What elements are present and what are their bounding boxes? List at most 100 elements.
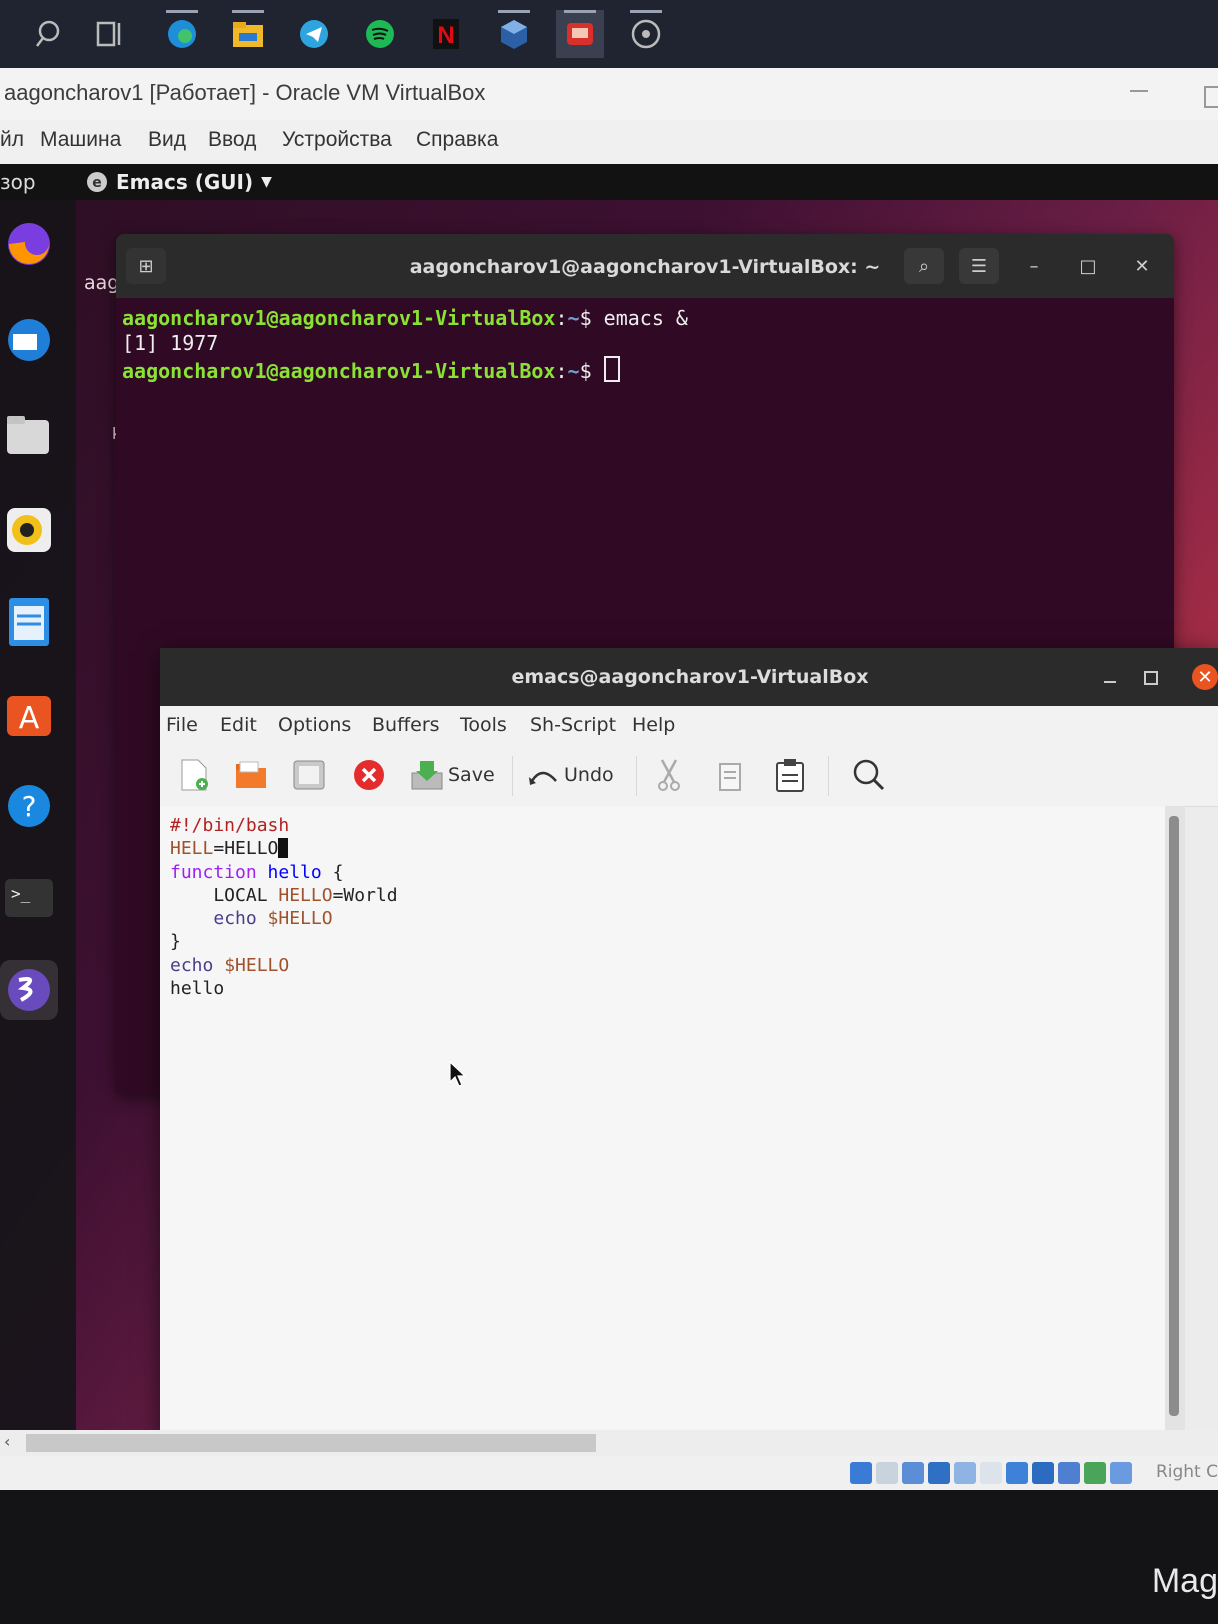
svg-text:A: A <box>19 701 40 736</box>
close-button[interactable]: ✕ <box>1192 664 1218 690</box>
hamburger-menu-icon[interactable]: ☰ <box>959 248 999 284</box>
virtualbox-icon[interactable] <box>490 10 538 58</box>
mouse-pointer-icon <box>449 1060 466 1087</box>
app2-icon[interactable] <box>622 10 670 58</box>
code-line: LOCAL HELLO=World <box>170 884 398 906</box>
search-icon[interactable] <box>24 10 72 58</box>
menu-sh-script[interactable]: Sh-Script <box>530 714 616 736</box>
menu-file[interactable]: File <box>166 714 198 736</box>
vbox-menu-file[interactable]: йл <box>0 128 24 152</box>
mouse-integration-icon[interactable] <box>1110 1462 1132 1484</box>
firefox-icon[interactable] <box>0 214 58 274</box>
vbox-horizontal-scrollbar[interactable]: ‹ <box>0 1430 1218 1456</box>
dired-icon[interactable] <box>292 756 326 794</box>
emacs-scrollbar[interactable] <box>1165 806 1185 1430</box>
guest-screen: зор e Emacs (GUI) ▼ aag k A ? >_ <box>0 164 1218 1430</box>
emacs-menubar: File Edit Options Buffers Tools Sh-Scrip… <box>160 706 1218 744</box>
usb-icon[interactable] <box>954 1462 976 1484</box>
gnome-topbar: зор e Emacs (GUI) ▼ <box>0 164 1218 200</box>
emacs-icon: e <box>87 172 107 192</box>
display-icon[interactable] <box>1006 1462 1028 1484</box>
explorer-icon[interactable] <box>224 10 272 58</box>
terminal-output[interactable]: aagoncharov1@aagoncharov1-VirtualBox:~$ … <box>122 306 688 384</box>
open-folder-icon[interactable] <box>234 756 268 794</box>
search-icon[interactable] <box>852 756 886 794</box>
app-icon[interactable] <box>556 10 604 58</box>
hdd-status-icon[interactable] <box>850 1462 872 1484</box>
vbox-menu-machine[interactable]: Машина <box>40 128 121 152</box>
toolbar-separator <box>828 756 829 796</box>
terminal-line: aagoncharov1@aagoncharov1-VirtualBox:~$ … <box>122 306 688 330</box>
guest-additions-icon[interactable] <box>1084 1462 1106 1484</box>
minimize-button[interactable] <box>1130 90 1148 92</box>
help-icon[interactable]: ? <box>0 776 58 836</box>
rhythmbox-icon[interactable] <box>0 500 58 560</box>
files-icon[interactable] <box>0 406 58 466</box>
emacs-text-buffer[interactable]: #!/bin/bash HELL=HELLO function hello { LO… <box>160 806 1165 1430</box>
maximize-button[interactable] <box>1204 86 1218 108</box>
close-icon[interactable]: ✕ <box>1122 248 1162 284</box>
svg-text:>_: >_ <box>11 884 31 903</box>
spotify-icon[interactable] <box>356 10 404 58</box>
writer-icon[interactable] <box>0 592 58 652</box>
save-icon <box>411 761 443 790</box>
vbox-menubar: йл Машина Вид Ввод Устройства Справка <box>0 120 1218 165</box>
kill-buffer-icon[interactable] <box>352 756 386 794</box>
bezel-brand-label: Mag <box>1151 1562 1218 1600</box>
audio-icon[interactable] <box>902 1462 924 1484</box>
minimize-button[interactable] <box>1104 681 1116 683</box>
vbox-menu-help[interactable]: Справка <box>416 128 498 152</box>
vbox-menu-input[interactable]: Ввод <box>208 128 256 152</box>
code-line: echo $HELLO <box>213 908 333 930</box>
netflix-icon[interactable]: N <box>422 10 470 58</box>
code-line: } <box>170 931 181 953</box>
emacs-dock-icon[interactable] <box>0 960 58 1020</box>
vbox-menu-devices[interactable]: Устройства <box>282 128 392 152</box>
text-cursor <box>278 838 289 859</box>
cpu-icon[interactable] <box>1058 1462 1080 1484</box>
maximize-button[interactable] <box>1144 671 1158 685</box>
undo-button[interactable]: Undo <box>528 756 614 794</box>
svg-text:e: e <box>92 175 102 191</box>
paste-icon[interactable] <box>774 756 806 794</box>
menu-options[interactable]: Options <box>278 714 351 736</box>
terminal-headerbar: ⊞ aagoncharov1@aagoncharov1-VirtualBox: … <box>116 234 1174 298</box>
maximize-button[interactable]: □ <box>1068 248 1108 284</box>
copy-icon[interactable] <box>716 756 746 794</box>
activities-button[interactable]: зор <box>0 170 36 194</box>
task-view-icon[interactable] <box>86 10 134 58</box>
recording-icon[interactable] <box>1032 1462 1054 1484</box>
network-icon[interactable] <box>928 1462 950 1484</box>
emacs-toolbar: Save Undo <box>160 744 1218 807</box>
telegram-icon[interactable] <box>290 10 338 58</box>
code-line: function hello { <box>170 861 344 883</box>
vbox-menu-view[interactable]: Вид <box>148 128 186 152</box>
cut-icon[interactable] <box>654 756 684 794</box>
emacs-window[interactable]: emacs@aagoncharov1-VirtualBox ✕ File Edi… <box>160 648 1218 1430</box>
host-key-label: Right C <box>1155 1462 1218 1482</box>
scrollbar-thumb[interactable] <box>26 1434 596 1452</box>
shared-folders-icon[interactable] <box>980 1462 1002 1484</box>
menu-help[interactable]: Help <box>632 714 675 736</box>
software-center-icon[interactable]: A <box>0 684 58 744</box>
thunderbird-icon[interactable] <box>0 310 58 370</box>
menu-buffers[interactable]: Buffers <box>372 714 440 736</box>
app-menu[interactable]: e Emacs (GUI) ▼ <box>86 170 272 194</box>
menu-tools[interactable]: Tools <box>460 714 507 736</box>
vbox-titlebar: aagoncharov1 [Работает] - Oracle VM Virt… <box>0 68 1218 120</box>
terminal-cursor <box>603 356 620 382</box>
edge-icon[interactable] <box>158 10 206 58</box>
app-menu-label: Emacs (GUI) <box>116 170 254 194</box>
desktop-icon-label: aag <box>84 272 120 294</box>
save-button[interactable]: Save <box>410 756 495 794</box>
laptop-bezel <box>0 1490 1218 1624</box>
optical-drive-icon[interactable] <box>876 1462 898 1484</box>
terminal-line: [1] 1977 <box>122 331 219 355</box>
scroll-left-icon[interactable]: ‹ <box>4 1432 10 1451</box>
menu-edit[interactable]: Edit <box>220 714 257 736</box>
minimize-button[interactable]: – <box>1014 248 1054 284</box>
search-icon[interactable]: ⌕ <box>904 248 944 284</box>
scrollbar-thumb[interactable] <box>1169 816 1179 1416</box>
terminal-icon[interactable]: >_ <box>0 868 58 928</box>
new-file-icon[interactable] <box>178 756 210 794</box>
